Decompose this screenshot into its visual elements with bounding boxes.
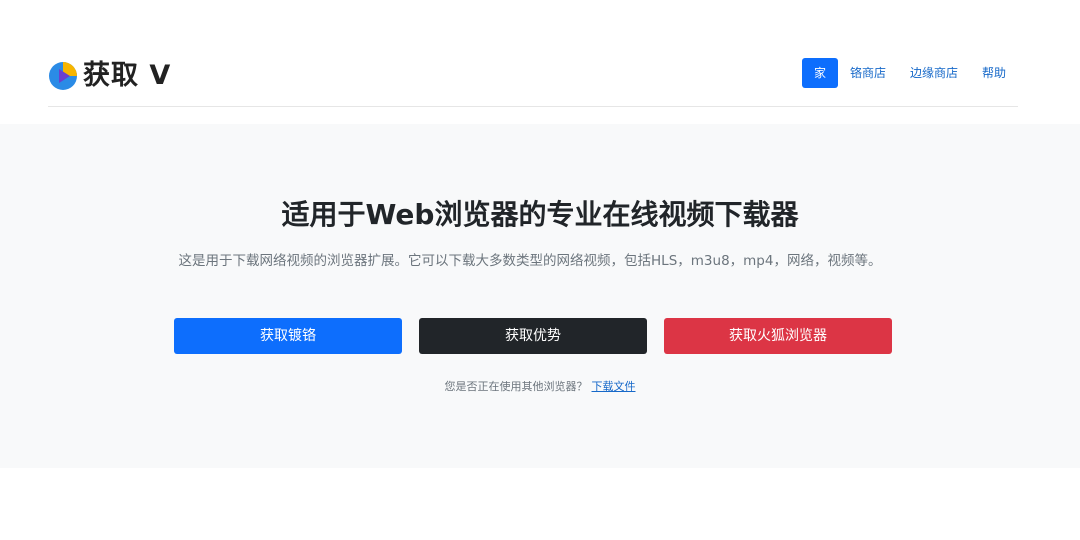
hero-section: 适用于Web浏览器的专业在线视频下载器 这是用于下载网络视频的浏览器扩展。它可以…	[0, 124, 1080, 468]
site-header: 获取 V 家 铬商店 边缘商店 帮助	[48, 40, 1018, 107]
nav-home[interactable]: 家	[801, 58, 838, 88]
brand-name: 获取 V	[83, 60, 172, 91]
get-firefox-button[interactable]: 获取火狐浏览器	[664, 318, 892, 354]
hero-title: 适用于Web浏览器的专业在线视频下载器	[281, 198, 799, 231]
brand-logo[interactable]: 获取 V	[48, 58, 171, 94]
download-file-link[interactable]: 下载文件	[592, 380, 636, 393]
other-browser-line: 您是否正在使用其他浏览器？ 下载文件	[0, 378, 1080, 396]
hero-description: 这是用于下载网络视频的浏览器扩展。它可以下载大多数类型的网络视频，包括HLS，m…	[178, 253, 882, 269]
nav-chrome-store[interactable]: 铬商店	[838, 58, 898, 88]
nav-help[interactable]: 帮助	[970, 58, 1018, 88]
play-logo-icon	[49, 62, 77, 90]
nav-edge-store[interactable]: 边缘商店	[898, 58, 970, 88]
get-edge-button[interactable]: 获取优势	[419, 318, 647, 354]
top-nav: 家 铬商店 边缘商店 帮助	[801, 58, 1018, 88]
get-chrome-button[interactable]: 获取镀铬	[174, 318, 402, 354]
other-browser-prompt: 您是否正在使用其他浏览器？	[444, 380, 588, 393]
